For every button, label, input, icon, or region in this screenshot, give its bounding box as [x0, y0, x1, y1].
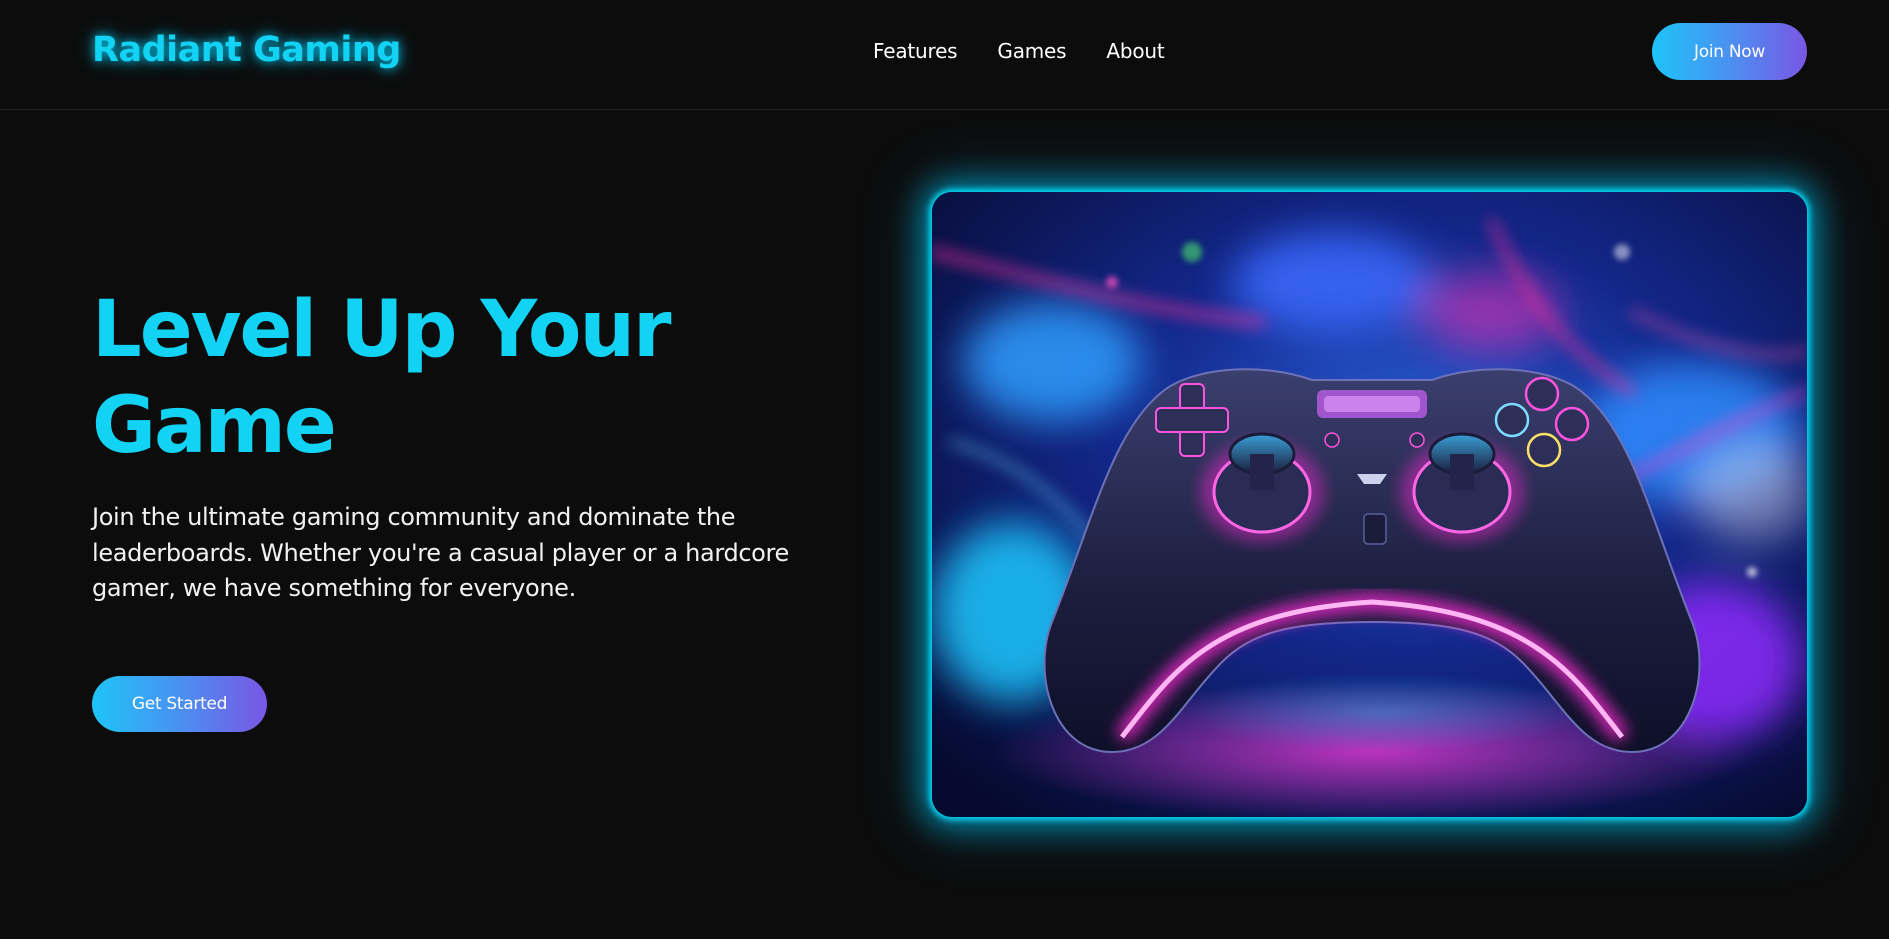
- nav-link-features[interactable]: Features: [873, 39, 958, 63]
- get-started-button[interactable]: Get Started: [92, 676, 267, 732]
- nav-link-about[interactable]: About: [1106, 39, 1164, 63]
- hero-description: Join the ultimate gaming community and d…: [92, 503, 789, 602]
- join-now-button[interactable]: Join Now: [1652, 23, 1807, 80]
- main-nav: Features Games About: [873, 39, 1165, 63]
- brand-logo[interactable]: Radiant Gaming: [92, 30, 401, 70]
- hero-title: Level Up Your Game: [92, 285, 671, 471]
- site-header: Radiant Gaming Features Games About Join…: [0, 0, 1889, 110]
- hero-image: [932, 192, 1807, 817]
- gamepad-icon: [932, 192, 1807, 817]
- nav-link-games[interactable]: Games: [997, 39, 1066, 63]
